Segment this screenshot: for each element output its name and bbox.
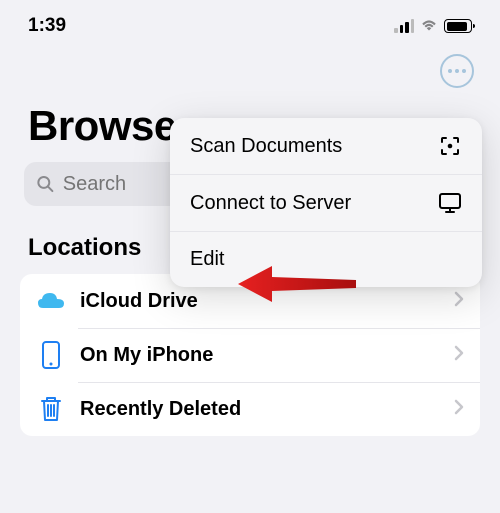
status-icons (394, 19, 472, 33)
search-icon (36, 174, 55, 194)
status-bar: 1:39 (0, 0, 500, 48)
menu-item-scan-documents[interactable]: Scan Documents (170, 118, 482, 175)
menu-item-label: Connect to Server (190, 192, 351, 215)
trash-icon (36, 394, 66, 424)
status-time: 1:39 (28, 15, 66, 37)
location-label: Recently Deleted (80, 398, 440, 421)
monitor-icon (438, 191, 462, 215)
wifi-icon (420, 19, 438, 33)
location-item-iphone[interactable]: On My iPhone (20, 328, 480, 382)
location-label: On My iPhone (80, 344, 440, 367)
chevron-right-icon (454, 289, 464, 313)
location-label: iCloud Drive (80, 290, 440, 313)
battery-icon (444, 19, 472, 33)
locations-list: iCloud Drive On My iPhone Recently Delet… (20, 274, 480, 436)
more-button[interactable] (440, 54, 474, 88)
chevron-right-icon (454, 343, 464, 367)
cellular-signal-icon (394, 19, 414, 33)
menu-item-label: Scan Documents (190, 135, 342, 158)
menu-item-label: Edit (190, 248, 224, 271)
location-item-trash[interactable]: Recently Deleted (20, 382, 480, 436)
cloud-icon (36, 286, 66, 316)
chevron-right-icon (454, 397, 464, 421)
menu-item-edit[interactable]: Edit (170, 232, 482, 287)
menu-item-connect-server[interactable]: Connect to Server (170, 175, 482, 232)
scan-icon (438, 134, 462, 158)
context-menu: Scan Documents Connect to Server Edit (170, 118, 482, 287)
phone-icon (36, 340, 66, 370)
